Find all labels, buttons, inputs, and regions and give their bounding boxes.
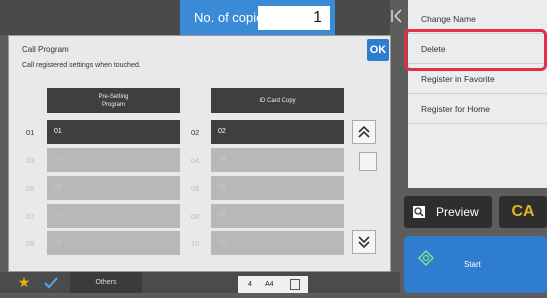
program-button[interactable]: 09 <box>47 231 180 255</box>
program-button[interactable]: 10 <box>211 231 344 255</box>
program-button[interactable]: 08 <box>211 204 344 228</box>
program-number: 05 <box>26 184 35 193</box>
program-number: 10 <box>191 239 200 248</box>
scroll-down-icon[interactable] <box>352 230 376 254</box>
preview-button[interactable]: Preview <box>404 196 492 228</box>
menu-item-register-home[interactable]: Register for Home <box>408 94 547 124</box>
call-program-dialog: Call Program Call registered settings wh… <box>8 35 391 272</box>
checkmark-icon[interactable] <box>40 272 62 293</box>
paper-tray-icon <box>290 279 300 290</box>
program-number: 06 <box>191 184 200 193</box>
copies-bar: No. of copies 1 <box>180 0 335 36</box>
program-number: 09 <box>26 239 35 248</box>
program-number: 07 <box>26 212 35 221</box>
program-button[interactable]: 06 <box>211 176 344 200</box>
program-number: 01 <box>26 128 35 137</box>
clear-all-button[interactable]: CA <box>499 196 547 228</box>
dialog-subtitle: Call registered settings when touched. <box>22 62 141 69</box>
preview-icon <box>412 205 426 219</box>
ok-button[interactable]: OK <box>367 39 389 61</box>
program-button[interactable]: 07 <box>47 204 180 228</box>
menu-collapse-icon[interactable] <box>390 6 404 26</box>
program-button[interactable]: 04 <box>211 148 344 172</box>
favorite-star-icon[interactable]: ★ <box>12 272 36 293</box>
start-icon <box>417 249 435 267</box>
program-button[interactable]: 05 <box>47 176 180 200</box>
others-button[interactable]: Others <box>70 272 142 293</box>
scrollbar-thumb[interactable] <box>359 152 377 171</box>
program-number: 08 <box>191 212 200 221</box>
background-panel-right <box>335 0 390 35</box>
start-button[interactable]: Start <box>404 236 547 293</box>
paper-count: 4 <box>248 281 252 288</box>
id-card-copy-button[interactable]: ID Card Copy <box>211 88 344 113</box>
program-number: 04 <box>191 156 200 165</box>
program-button[interactable]: 03 <box>47 148 180 172</box>
delete-highlight-frame <box>404 29 547 71</box>
program-button[interactable]: 01 <box>47 120 180 144</box>
program-button[interactable]: 02 <box>211 120 344 144</box>
scroll-up-icon[interactable] <box>352 120 376 144</box>
pre-setting-program-button[interactable]: Pre-Setting Program <box>47 88 180 113</box>
copies-input[interactable]: 1 <box>258 6 330 30</box>
program-number: 02 <box>191 128 200 137</box>
paper-size: A4 <box>265 281 274 288</box>
paper-status: 4 A4 <box>238 276 308 293</box>
program-number: 03 <box>26 156 35 165</box>
background-panel <box>0 0 180 35</box>
preview-label: Preview <box>436 205 479 219</box>
start-label: Start <box>464 260 481 269</box>
dialog-title: Call Program <box>22 45 69 54</box>
